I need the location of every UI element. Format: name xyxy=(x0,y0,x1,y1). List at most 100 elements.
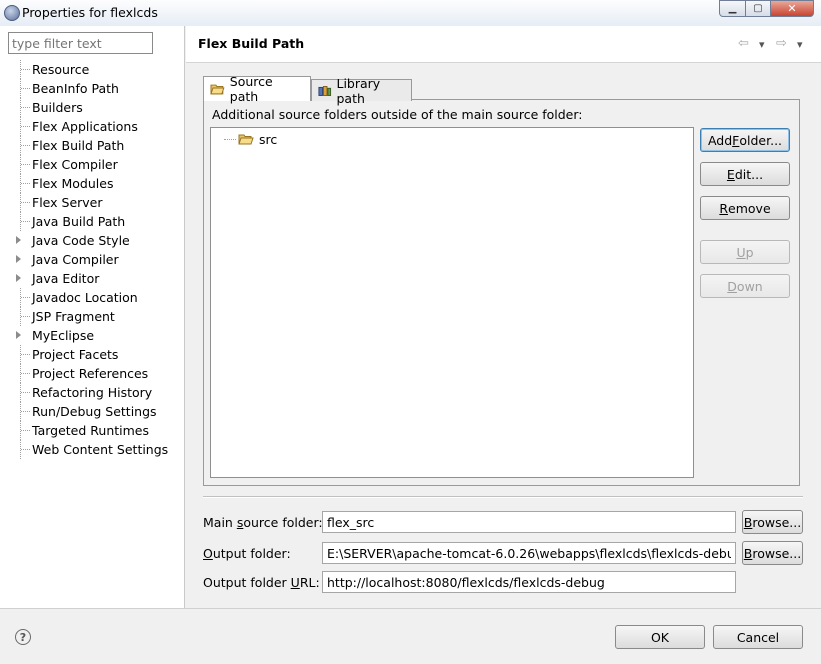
sidebar-item-label: Java Code Style xyxy=(32,233,130,248)
sidebar-item-label: Builders xyxy=(32,100,83,115)
tree-guide xyxy=(21,107,30,108)
folder-open-icon xyxy=(238,134,254,144)
footer-separator xyxy=(0,608,821,609)
sidebar-item-flex-server[interactable]: Flex Server xyxy=(14,193,184,212)
list-item[interactable]: src xyxy=(224,130,277,148)
sidebar-item-project-references[interactable]: Project References xyxy=(14,364,184,383)
sidebar-item-label: Flex Compiler xyxy=(32,157,118,172)
sidebar-item-flex-build-path[interactable]: Flex Build Path xyxy=(14,136,184,155)
expand-arrow-icon[interactable] xyxy=(16,274,21,282)
tree-guide xyxy=(21,183,30,184)
output-folder-label: Output folder: xyxy=(203,546,291,561)
folder-open-icon xyxy=(210,84,225,95)
tree-guide xyxy=(21,354,30,355)
filter-input[interactable] xyxy=(8,32,153,54)
down-button[interactable]: Down xyxy=(700,274,790,298)
tree-guide xyxy=(21,164,30,165)
sidebar-item-label: Javadoc Location xyxy=(32,290,138,305)
tab-library-path[interactable]: Library path xyxy=(311,76,412,106)
sidebar-item-flex-compiler[interactable]: Flex Compiler xyxy=(14,155,184,174)
ok-button[interactable]: OK xyxy=(615,625,705,649)
sidebar-item-java-code-style[interactable]: Java Code Style xyxy=(14,231,184,250)
tree-guide xyxy=(21,145,30,146)
up-button[interactable]: Up xyxy=(700,240,790,264)
app-icon xyxy=(4,5,20,21)
expand-arrow-icon[interactable] xyxy=(16,236,21,244)
sidebar-item-label: MyEclipse xyxy=(32,328,95,343)
sidebar-item-web-content-settings[interactable]: Web Content Settings xyxy=(14,440,184,459)
tree-guide xyxy=(21,392,30,393)
minimize-button[interactable]: ▁ xyxy=(719,0,746,17)
main-source-label: Main source folder: xyxy=(203,515,323,530)
tree-guide xyxy=(21,221,30,222)
help-icon[interactable]: ? xyxy=(15,629,31,645)
sidebar-item-jsp-fragment[interactable]: JSP Fragment xyxy=(14,307,184,326)
output-url-field[interactable] xyxy=(322,571,736,593)
tree-guide xyxy=(21,297,30,298)
sidebar-item-myeclipse[interactable]: MyEclipse xyxy=(14,326,184,345)
sidebar-item-java-compiler[interactable]: Java Compiler xyxy=(14,250,184,269)
library-icon xyxy=(318,85,332,96)
tree-guide xyxy=(21,449,30,450)
cancel-button[interactable]: Cancel xyxy=(713,625,803,649)
window-title: Properties for flexlcds xyxy=(22,5,158,20)
tree-guide xyxy=(224,138,236,140)
page-title: Flex Build Path xyxy=(198,36,305,51)
source-description: Additional source folders outside of the… xyxy=(212,107,583,122)
browse-output-folder-button[interactable]: Browse... xyxy=(742,541,803,565)
expand-arrow-icon[interactable] xyxy=(16,331,21,339)
tab-source-label: Source path xyxy=(229,74,273,104)
sidebar-item-java-build-path[interactable]: Java Build Path xyxy=(14,212,184,231)
sidebar-item-label: Targeted Runtimes xyxy=(32,423,149,438)
tree-guide xyxy=(21,411,30,412)
tab-source-path[interactable]: Source path xyxy=(203,74,311,104)
sidebar-item-label: Web Content Settings xyxy=(32,442,169,457)
folder-name: src xyxy=(259,131,278,147)
sidebar-item-label: Refactoring History xyxy=(32,385,153,400)
close-button[interactable]: ✕ xyxy=(770,0,814,17)
browse-main-source-button[interactable]: Browse... xyxy=(742,510,803,534)
tree-guide xyxy=(21,126,30,127)
sidebar-item-label: Java Build Path xyxy=(32,214,126,229)
sidebar-item-flex-modules[interactable]: Flex Modules xyxy=(14,174,184,193)
source-folder-list[interactable] xyxy=(210,127,694,478)
forward-arrow-icon[interactable]: ⇨ xyxy=(776,36,787,51)
sidebar-item-label: Flex Server xyxy=(32,195,103,210)
sidebar-item-label: BeanInfo Path xyxy=(32,81,119,96)
sidebar-item-label: Run/Debug Settings xyxy=(32,404,157,419)
sidebar-item-targeted-runtimes[interactable]: Targeted Runtimes xyxy=(14,421,184,440)
separator xyxy=(203,496,803,498)
sidebar-item-label: Flex Build Path xyxy=(32,138,125,153)
maximize-button[interactable]: ▢ xyxy=(745,0,771,17)
sidebar-item-java-editor[interactable]: Java Editor xyxy=(14,269,184,288)
remove-button[interactable]: Remove xyxy=(700,196,790,220)
sidebar-item-project-facets[interactable]: Project Facets xyxy=(14,345,184,364)
sidebar-item-flex-applications[interactable]: Flex Applications xyxy=(14,117,184,136)
back-dropdown-icon[interactable]: ▾ xyxy=(759,38,765,51)
edit-button[interactable]: Edit... xyxy=(700,162,790,186)
sidebar-item-builders[interactable]: Builders xyxy=(14,98,184,117)
tree-guide xyxy=(21,88,30,89)
expand-arrow-icon[interactable] xyxy=(16,255,21,263)
sidebar-item-javadoc-location[interactable]: Javadoc Location xyxy=(14,288,184,307)
sidebar-item-label: Project Facets xyxy=(32,347,119,362)
property-tree: Resource BeanInfo Path Builders Flex Applic… xyxy=(14,60,184,459)
main-source-field[interactable] xyxy=(322,511,736,533)
tree-guide xyxy=(21,316,30,317)
sidebar-item-label: Java Editor xyxy=(32,271,100,286)
sidebar-item-run-debug-settings[interactable]: Run/Debug Settings xyxy=(14,402,184,421)
add-folder-button[interactable]: Add Folder... xyxy=(700,128,790,152)
sidebar-item-label: Flex Applications xyxy=(32,119,138,134)
tree-guide xyxy=(21,202,30,203)
sidebar-item-label: Java Compiler xyxy=(32,252,119,267)
forward-dropdown-icon[interactable]: ▾ xyxy=(797,38,803,51)
tab-library-label: Library path xyxy=(336,75,381,106)
sidebar-item-label: Flex Modules xyxy=(32,176,114,191)
sidebar-item-label: JSP Fragment xyxy=(32,309,115,324)
output-folder-field[interactable] xyxy=(322,542,736,564)
sidebar-item-label: Resource xyxy=(32,62,90,77)
back-arrow-icon[interactable]: ⇦ xyxy=(738,36,749,51)
sidebar-item-refactoring-history[interactable]: Refactoring History xyxy=(14,383,184,402)
sidebar-item-resource[interactable]: Resource xyxy=(14,60,184,79)
sidebar-item-beaninfo-path[interactable]: BeanInfo Path xyxy=(14,79,184,98)
